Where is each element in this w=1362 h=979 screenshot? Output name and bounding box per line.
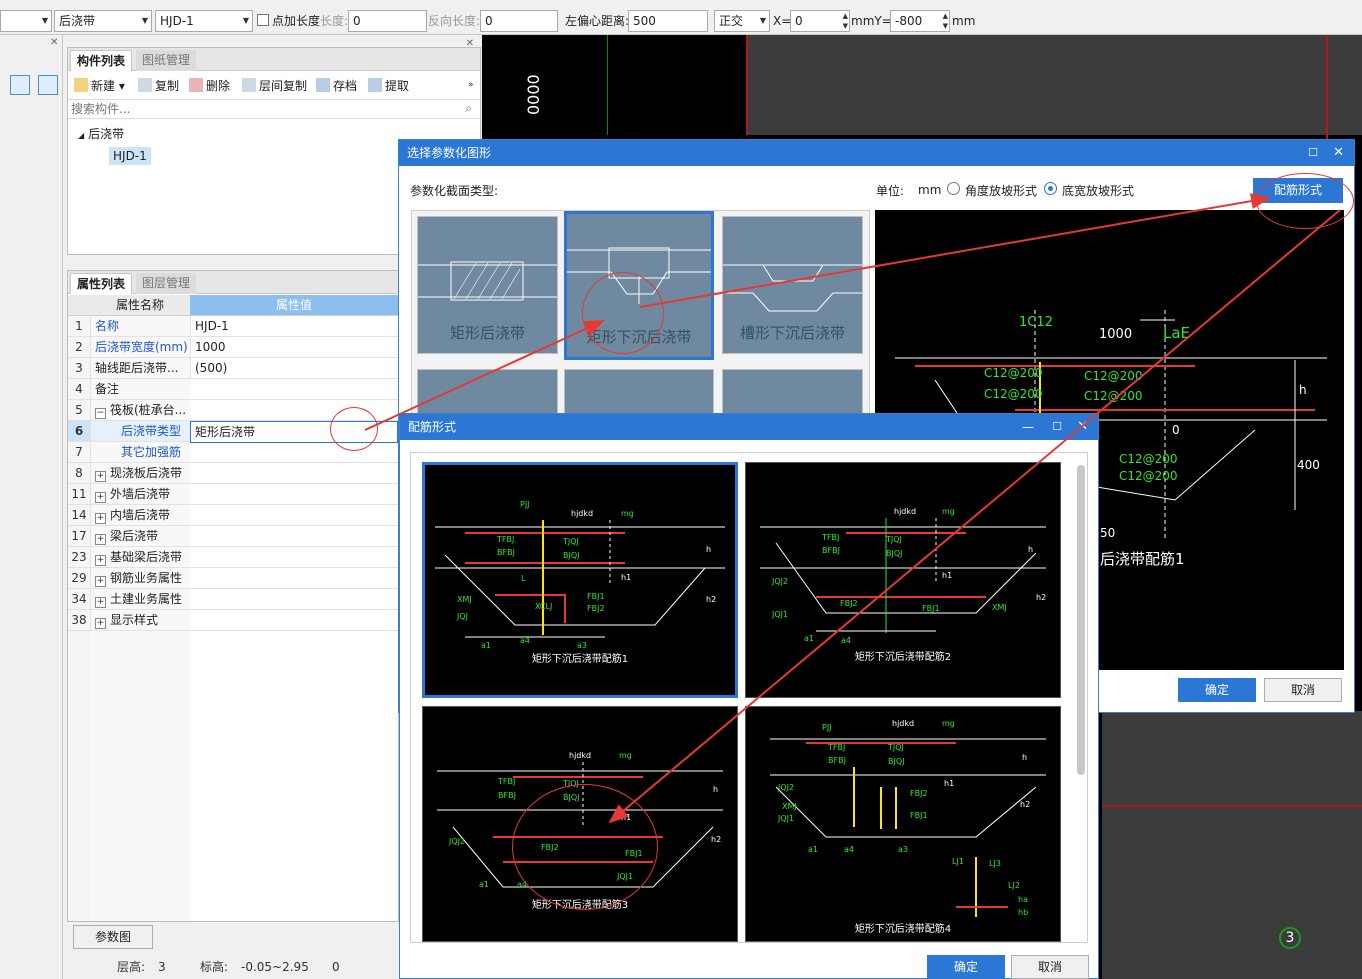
annotation-arrows	[364, 193, 1341, 824]
